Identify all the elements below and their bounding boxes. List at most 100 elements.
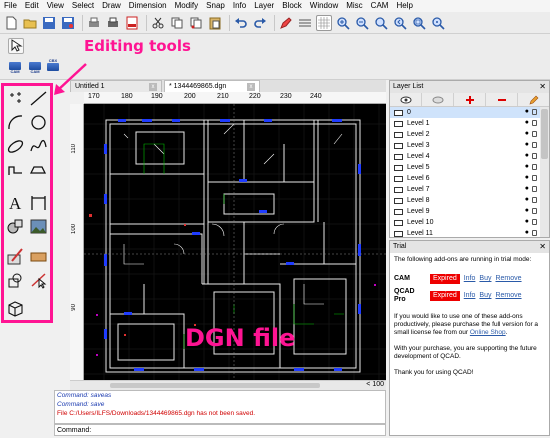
3d-block-tool-icon[interactable] <box>5 298 26 319</box>
print-preview-icon[interactable] <box>86 15 102 31</box>
cam-export-icon[interactable]: CAM <box>8 62 22 74</box>
circle-tool-icon[interactable] <box>28 112 49 133</box>
pen-icon[interactable] <box>278 15 294 31</box>
zoom-window-icon[interactable] <box>411 15 427 31</box>
close-icon[interactable]: x <box>247 82 255 91</box>
menu-view[interactable]: View <box>43 0 68 12</box>
layer-row[interactable]: Level 11 ● <box>390 228 549 239</box>
close-icon[interactable]: ✕ <box>539 241 546 253</box>
select-pointer-icon[interactable] <box>8 38 24 54</box>
grid-icon[interactable] <box>316 14 332 31</box>
eye-icon[interactable]: ● <box>525 229 529 236</box>
lock-icon[interactable] <box>532 109 537 115</box>
menu-draw[interactable]: Draw <box>98 0 125 12</box>
lock-icon[interactable] <box>532 164 537 170</box>
ellipse-tool-icon[interactable] <box>5 136 26 157</box>
lock-icon[interactable] <box>532 142 537 148</box>
zoom-out-icon[interactable] <box>354 15 370 31</box>
new-file-icon[interactable] <box>3 15 19 31</box>
lock-icon[interactable] <box>532 120 537 126</box>
modify-tool-icon[interactable] <box>5 246 26 267</box>
hatch-tool-icon[interactable] <box>5 216 26 237</box>
text-tool-icon[interactable]: A <box>5 192 26 213</box>
polyline-tool-icon[interactable] <box>5 160 26 181</box>
save-icon[interactable] <box>41 15 57 31</box>
layer-row[interactable]: Level 8 ● <box>390 195 549 206</box>
close-icon[interactable]: ✕ <box>539 81 546 93</box>
menu-misc[interactable]: Misc <box>342 0 366 12</box>
menu-edit[interactable]: Edit <box>21 0 43 12</box>
menu-info[interactable]: Info <box>229 0 250 12</box>
remove-link[interactable]: Remove <box>495 292 521 300</box>
scroll-thumb[interactable] <box>541 109 548 159</box>
eye-icon[interactable]: ● <box>525 119 529 126</box>
layer-row[interactable]: Level 4 ● <box>390 151 549 162</box>
pdf-icon[interactable] <box>124 15 140 31</box>
cut-icon[interactable] <box>150 15 166 31</box>
eye-icon[interactable]: ● <box>525 141 529 148</box>
horizontal-scrollbar[interactable]: < 100 <box>70 380 386 390</box>
lock-icon[interactable] <box>532 197 537 203</box>
line-tool-icon[interactable] <box>28 88 49 109</box>
print-icon[interactable] <box>105 15 121 31</box>
eye-icon[interactable]: ● <box>525 163 529 170</box>
layer-row[interactable]: Level 5 ● <box>390 162 549 173</box>
menu-dimension[interactable]: Dimension <box>125 0 171 12</box>
eye-icon[interactable]: ● <box>525 152 529 159</box>
snap-tool-icon[interactable] <box>5 270 26 291</box>
layer-row[interactable]: Level 2 ● <box>390 129 549 140</box>
eye-icon[interactable]: ● <box>525 108 529 115</box>
eye-icon[interactable]: ● <box>525 207 529 214</box>
lock-icon[interactable] <box>532 186 537 192</box>
info-link[interactable]: Info <box>464 292 476 300</box>
arc-tool-icon[interactable] <box>5 112 26 133</box>
menu-help[interactable]: Help <box>392 0 416 12</box>
eye-icon[interactable]: ● <box>525 196 529 203</box>
redo-icon[interactable] <box>252 15 268 31</box>
layer-scrollbar[interactable] <box>540 107 549 237</box>
eye-icon[interactable]: ● <box>525 174 529 181</box>
remove-layer-icon[interactable] <box>486 93 518 106</box>
layer-row[interactable]: Level 7 ● <box>390 184 549 195</box>
edit-layer-icon[interactable] <box>518 93 549 106</box>
lock-icon[interactable] <box>532 153 537 159</box>
open-folder-icon[interactable] <box>22 15 38 31</box>
show-all-layers-icon[interactable] <box>390 93 422 106</box>
spline-tool-icon[interactable] <box>28 136 49 157</box>
layer-row[interactable]: Level 10 ● <box>390 217 549 228</box>
lock-icon[interactable] <box>532 219 537 225</box>
layer-row[interactable]: Level 3 ● <box>390 140 549 151</box>
block-tool-icon[interactable] <box>28 246 49 267</box>
lock-icon[interactable] <box>532 230 537 236</box>
eye-icon[interactable]: ● <box>525 130 529 137</box>
close-icon[interactable]: x <box>149 82 157 91</box>
zoom-in-icon[interactable] <box>335 15 351 31</box>
eye-icon[interactable]: ● <box>525 218 529 225</box>
lock-icon[interactable] <box>532 131 537 137</box>
menu-snap[interactable]: Snap <box>202 0 229 12</box>
copy-icon[interactable] <box>169 15 185 31</box>
eye-icon[interactable]: ● <box>525 185 529 192</box>
dimension-tool-icon[interactable] <box>28 192 49 213</box>
select-tool-icon[interactable] <box>28 270 49 291</box>
info-link[interactable]: Info <box>464 275 476 283</box>
layer-row[interactable]: 0 ● <box>390 107 549 118</box>
scroll-thumb[interactable] <box>110 383 320 388</box>
point-tool-icon[interactable] <box>5 88 26 109</box>
menu-select[interactable]: Select <box>68 0 98 12</box>
command-line[interactable]: Command: <box>54 424 386 436</box>
buy-link[interactable]: Buy <box>479 275 491 283</box>
layer-row[interactable]: Level 1 ● <box>390 118 549 129</box>
zoom-previous-icon[interactable] <box>392 15 408 31</box>
add-layer-icon[interactable] <box>454 93 486 106</box>
tab-untitled-1[interactable]: Untitled 1 x <box>70 80 162 92</box>
cam-simulate-icon[interactable]: CAM <box>28 62 42 74</box>
zoom-auto-icon[interactable] <box>373 15 389 31</box>
zoom-pan-icon[interactable] <box>430 15 446 31</box>
paste-icon[interactable] <box>207 15 223 31</box>
online-shop-link[interactable]: Online Shop <box>470 329 506 336</box>
layer-row[interactable]: Level 6 ● <box>390 173 549 184</box>
tab-dgn-file[interactable]: * 1344469865.dgn x <box>164 80 260 92</box>
layer-row[interactable]: Level 9 ● <box>390 206 549 217</box>
shape-tool-icon[interactable] <box>28 160 49 181</box>
